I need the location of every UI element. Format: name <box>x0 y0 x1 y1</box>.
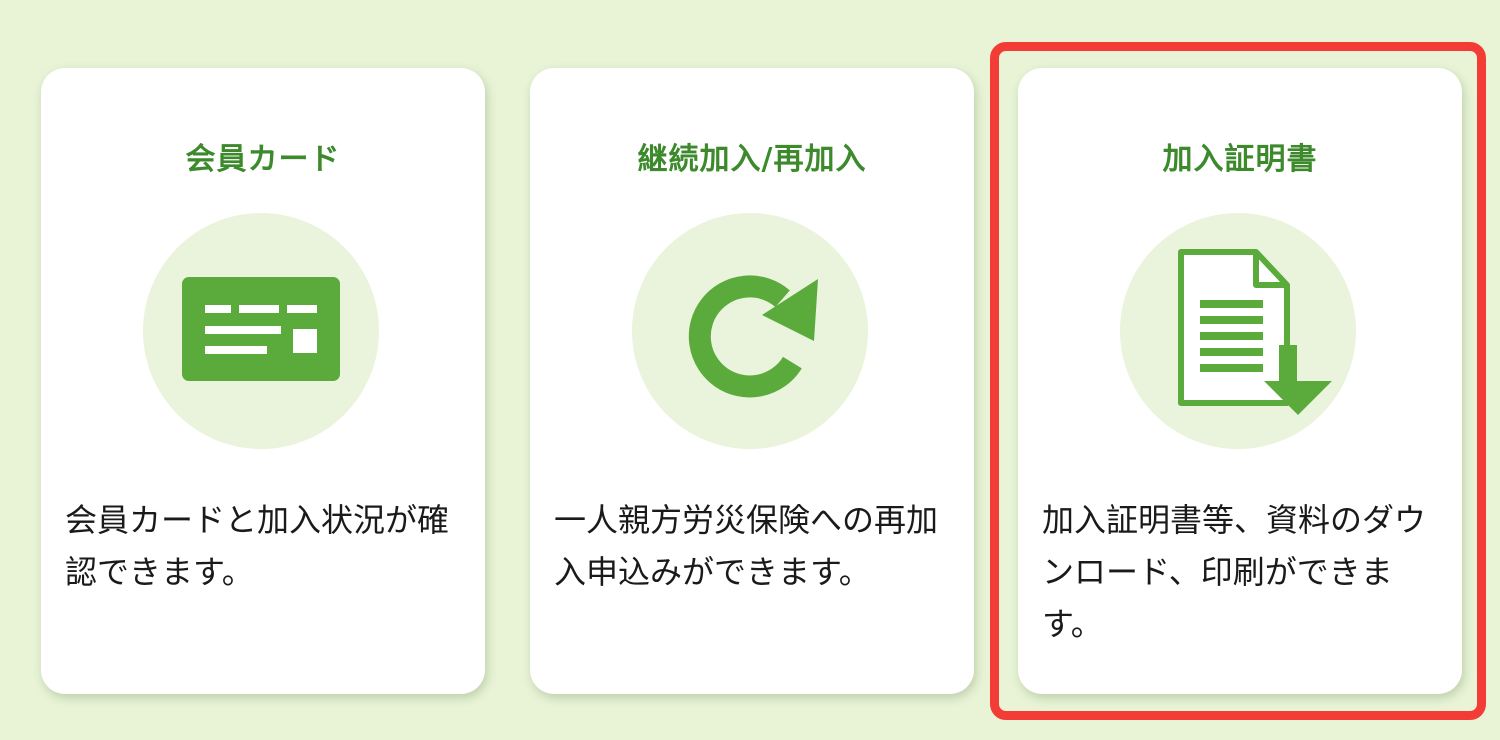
card-description: 会員カードと加入状況が確認できます。 <box>65 501 450 591</box>
card-description: 加入証明書等、資料のダウンロード、印刷ができます。 <box>1042 501 1427 643</box>
icon-circle <box>632 213 868 449</box>
card-description: 一人親方労災保険への再加入申込みができます。 <box>554 501 939 591</box>
member-card-icon <box>182 277 340 381</box>
card-title: 会員カード <box>185 142 341 177</box>
icon-circle <box>143 213 379 449</box>
refresh-icon <box>688 275 818 398</box>
member-card-card[interactable]: 会員カード 会員カードと加入状況が確認できます。 <box>41 68 485 694</box>
icon-circle <box>1120 213 1356 449</box>
renewal-card[interactable]: 継続加入/再加入 一人親方労災保険への再加入申込みができます。 <box>530 68 974 694</box>
document-download-icon <box>1178 249 1332 415</box>
card-title: 継続加入/再加入 <box>637 142 867 177</box>
card-title: 加入証明書 <box>1162 142 1318 177</box>
certificate-card[interactable]: 加入証明書 加入証明書等、資料のダウンロード、印刷ができます。 <box>1018 68 1462 694</box>
